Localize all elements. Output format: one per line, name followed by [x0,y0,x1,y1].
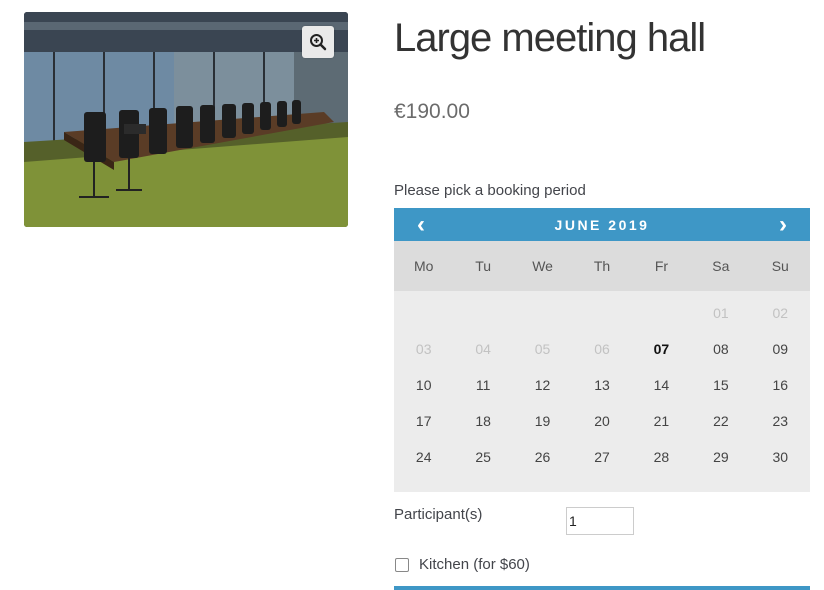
calendar-day: 01 [713,305,729,321]
calendar-month-label: JUNE 2019 [554,216,650,233]
weekday-label: Th [593,258,611,274]
meeting-room-photo [24,12,348,227]
calendar-day[interactable]: 19 [513,403,572,439]
product-price: €190.00 [394,100,470,123]
calendar-day[interactable]: 14 [632,367,691,403]
calendar-day: 06 [594,341,610,357]
kitchen-option[interactable]: Kitchen (for $60) [394,554,530,576]
calendar-day: 04 [475,341,491,357]
calendar-day[interactable]: 30 [751,439,810,475]
prev-month-button[interactable]: ‹ [394,208,448,241]
calendar-day: 02 [772,305,789,321]
zoom-in-icon [310,34,327,51]
calendar-day[interactable]: 29 [691,439,750,475]
calendar-day: 03 [415,341,432,357]
calendar-day[interactable]: 11 [453,367,512,403]
weekday-label: We [532,258,553,274]
calendar-blank-cell [572,295,631,331]
booking-period-label: Please pick a booking period [394,182,586,199]
calendar-day[interactable]: 23 [751,403,810,439]
calendar-day[interactable]: 25 [453,439,512,475]
weekday-label: Su [771,258,789,274]
calendar-blank-cell [632,295,691,331]
calendar-day[interactable]: 21 [632,403,691,439]
calendar-day[interactable]: 22 [691,403,750,439]
calendar-day[interactable]: 17 [394,403,453,439]
participants-input[interactable] [566,507,634,535]
calendar-day[interactable]: 26 [513,439,572,475]
calendar-day[interactable]: 18 [453,403,512,439]
weekday-label: Tu [475,258,492,274]
zoom-button[interactable] [302,26,334,58]
calendar-day[interactable]: 09 [751,331,810,367]
booking-calendar: ‹ JUNE 2019 › Mo Tu We Th Fr Sa Su 01 02 0… [394,208,810,492]
calendar-day[interactable]: 12 [513,367,572,403]
weekday-label: Sa [712,258,730,274]
calendar-day[interactable]: 27 [572,439,631,475]
calendar-day[interactable]: 24 [394,439,453,475]
calendar-blank-cell [394,295,453,331]
participants-label: Participant(s) [394,506,483,523]
calendar-day[interactable]: 16 [751,367,810,403]
calendar-day: 05 [534,341,551,357]
product-title: Large meeting hall [394,16,706,60]
next-month-button[interactable]: › [756,208,810,241]
calendar-day[interactable]: 10 [394,367,453,403]
book-button-edge[interactable] [394,586,810,590]
calendar-day[interactable]: 08 [691,331,750,367]
kitchen-label: Kitchen (for $60) [419,556,530,573]
calendar-day-today[interactable]: 07 [632,331,691,367]
calendar-header: ‹ JUNE 2019 › [394,208,810,241]
weekday-label: Mo [413,258,434,274]
calendar-day[interactable]: 20 [572,403,631,439]
weekday-label: Fr [654,258,669,274]
calendar-day[interactable]: 28 [632,439,691,475]
calendar-blank-cell [513,295,572,331]
kitchen-checkbox[interactable] [395,558,409,572]
calendar-day[interactable]: 13 [572,367,631,403]
calendar-day-grid: 01 02 03 04 05 06 07 08 09 10 11 12 13 14 15 16 17 18 19 20… [394,291,810,475]
calendar-blank-cell [453,295,512,331]
calendar-day[interactable]: 15 [691,367,750,403]
calendar-weekdays: Mo Tu We Th Fr Sa Su [394,241,810,291]
product-image[interactable] [24,12,348,227]
